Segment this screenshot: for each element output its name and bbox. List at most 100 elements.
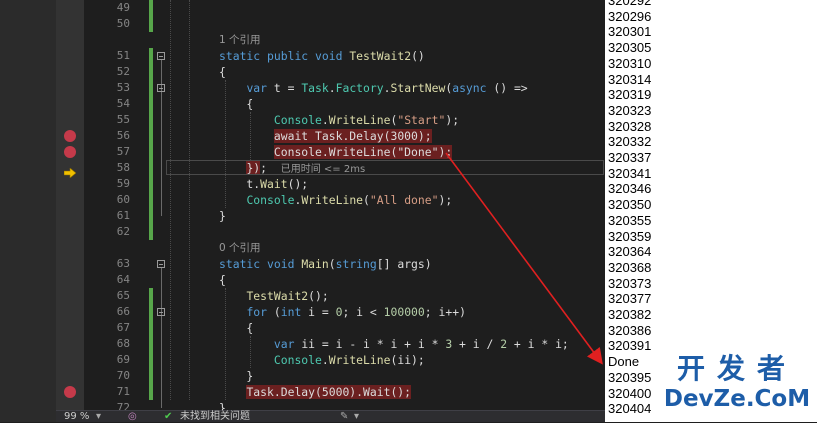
code-line[interactable]: 67 {	[0, 320, 605, 336]
code-line[interactable]: 56 await Task.Delay(3000);	[0, 128, 605, 144]
code-token: }	[219, 209, 226, 223]
code-token: i =	[308, 305, 336, 319]
line-number: 51	[116, 49, 130, 62]
code-token: Console	[273, 113, 322, 127]
code-line[interactable]: 68 var ii = i - i * i + i * 3 + i / 2 + …	[0, 336, 605, 352]
code-line[interactable]: 69 Console.WriteLine(ii);	[0, 352, 605, 368]
editor-status-bar: 99 % ▾ ◎ ✔ 未找到相关问题 ✎ ▾	[56, 410, 605, 422]
code-line[interactable]: 65 TestWait2();	[0, 288, 605, 304]
code-token: static	[219, 49, 268, 63]
line-number: 54	[116, 97, 130, 110]
line-number: 70	[116, 369, 130, 382]
watermark-en: DevZe.CoM	[663, 386, 811, 412]
code-line[interactable]: 72}	[0, 400, 605, 410]
code-token: async	[452, 81, 487, 95]
zoom-dropdown-icon[interactable]: ▾	[96, 411, 101, 423]
cleanup-icon[interactable]: ✎	[340, 411, 348, 423]
code-token: (	[363, 193, 370, 207]
breakpoint-highlight: Task.Delay(5000).Wait();	[246, 385, 412, 399]
code-line[interactable]: 63 static void Main(string[] args)	[0, 256, 605, 272]
code-line[interactable]: 57 Console.WriteLine("Done");	[0, 144, 605, 160]
zoom-level[interactable]: 99 %	[64, 411, 89, 423]
code-line[interactable]: 70 }	[0, 368, 605, 384]
code-line[interactable]: 49	[0, 0, 605, 16]
code-line[interactable]: 59 t.Wait();	[0, 176, 605, 192]
code-token: Main	[301, 257, 329, 271]
code-token: {	[219, 273, 226, 287]
code-line[interactable]: 55 Console.WriteLine("Start");	[0, 112, 605, 128]
live-share-icon[interactable]: ◎	[128, 411, 137, 423]
code-line[interactable]: 53 var t = Task.Factory.StartNew(async (…	[0, 80, 605, 96]
code-text: static void Main(string[] args)	[219, 256, 432, 272]
code-token: void	[315, 49, 350, 63]
code-token: + i /	[452, 337, 501, 351]
code-token: TestWait2	[349, 49, 412, 63]
code-token: "Start"	[397, 113, 446, 127]
indent-guide	[189, 0, 190, 400]
line-number: 52	[116, 65, 130, 78]
code-line[interactable]: 51 static public void TestWait2()	[0, 48, 605, 64]
code-token: WriteLine	[301, 193, 364, 207]
output-line: 320404	[608, 401, 652, 417]
code-line[interactable]: 60 Console.WriteLine("All done");	[0, 192, 605, 208]
code-editor[interactable]: 49 50 1 个引用 51 static public void TestWait2(…	[0, 0, 605, 410]
fold-toggle-icon[interactable]	[157, 52, 165, 60]
codelens-label[interactable]: 0 个引用	[219, 240, 261, 256]
line-number: 49	[116, 1, 130, 14]
code-token: "All done"	[369, 193, 439, 207]
breakpoint-highlight: Console.WriteLine("Done");	[273, 145, 453, 159]
line-number: 55	[116, 113, 130, 126]
code-text: Console.WriteLine("Start");	[219, 112, 459, 128]
code-line[interactable]: 62	[0, 224, 605, 240]
code-line[interactable]: 66 for (int i = 0; i < 100000; i++)	[0, 304, 605, 320]
code-token: );	[445, 113, 460, 127]
code-token: [] args)	[376, 257, 432, 271]
output-line: 320328	[608, 118, 652, 134]
fold-toggle-icon[interactable]	[157, 308, 165, 316]
code-line[interactable]: 64 {	[0, 272, 605, 288]
output-line: 320386	[608, 322, 652, 338]
codelens-reference[interactable]: 0 个引用	[0, 240, 605, 256]
code-line[interactable]: 52 {	[0, 64, 605, 80]
breakpoint-icon[interactable]	[64, 146, 76, 158]
code-token: );	[438, 193, 453, 207]
code-token: }	[219, 401, 226, 410]
line-number: 53	[116, 81, 130, 94]
code-token: ii = i - i * i + i *	[301, 337, 446, 351]
issues-label[interactable]: 未找到相关问题	[180, 411, 250, 423]
code-text: var t = Task.Factory.StartNew(async () =…	[219, 80, 527, 96]
indent-guide	[170, 0, 171, 400]
code-line[interactable]: 71 Task.Delay(5000).Wait();	[0, 384, 605, 400]
code-text: Task.Delay(5000).Wait();	[219, 384, 412, 400]
code-token: .	[328, 81, 336, 95]
line-number: 65	[116, 289, 130, 302]
breakpoint-icon[interactable]	[64, 386, 76, 398]
output-line: 320305	[608, 40, 652, 56]
code-token: ();	[287, 177, 309, 191]
code-token: .	[321, 353, 329, 367]
cleanup-dropdown-icon[interactable]: ▾	[354, 411, 359, 423]
code-line[interactable]: 50	[0, 16, 605, 32]
output-line: 320319	[608, 87, 652, 103]
codelens-reference[interactable]: 1 个引用	[0, 32, 605, 48]
indent-guide	[225, 80, 226, 208]
output-line: 320373	[608, 275, 652, 291]
breakpoint-highlight: await Task.Delay(3000);	[273, 129, 432, 143]
code-token: + i * i;	[507, 337, 569, 351]
output-line: 320301	[608, 24, 652, 40]
code-text: for (int i = 0; i < 100000; i++)	[219, 304, 466, 320]
breakpoint-icon[interactable]	[64, 130, 76, 142]
code-line[interactable]: 61}	[0, 208, 605, 224]
code-token: Wait	[260, 177, 288, 191]
line-number: 64	[116, 273, 130, 286]
fold-toggle-icon[interactable]	[157, 84, 165, 92]
current-statement-frame	[166, 160, 604, 175]
code-line[interactable]: 54 {	[0, 96, 605, 112]
fold-toggle-icon[interactable]	[157, 260, 165, 268]
line-number: 61	[116, 209, 130, 222]
line-number: 59	[116, 177, 130, 190]
codelens-label[interactable]: 1 个引用	[219, 32, 261, 48]
